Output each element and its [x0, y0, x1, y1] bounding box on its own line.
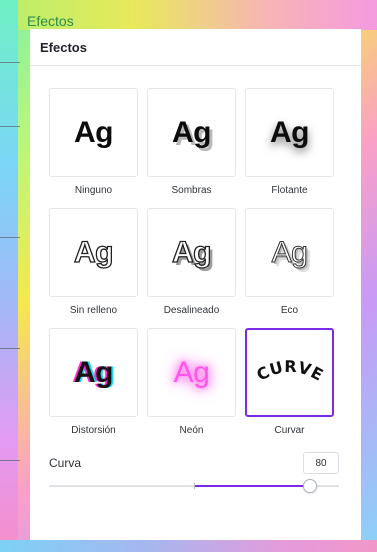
- effect-hollow[interactable]: Ag Sin relleno: [49, 208, 138, 328]
- effect-echo[interactable]: Ag Eco: [245, 208, 334, 328]
- effect-label: Sombras: [171, 185, 212, 196]
- effect-sample-text: Ag: [270, 115, 310, 149]
- effect-label: Sin relleno: [69, 305, 118, 316]
- effect-preview: Ag: [147, 208, 236, 297]
- rainbow-border-bottom: [0, 540, 377, 552]
- effect-curve[interactable]: CURVE Curvar: [245, 328, 334, 448]
- effect-float[interactable]: Ag Flotante: [245, 88, 334, 208]
- effect-distortion[interactable]: Ag Distorsión: [49, 328, 138, 448]
- curved-text-preview: CURVE: [253, 356, 326, 384]
- slider-center-mark: [194, 483, 195, 489]
- effect-sample-text: Ag: [271, 235, 308, 269]
- effect-sample-text: Ag: [171, 235, 212, 269]
- curve-label: Curva: [49, 456, 82, 470]
- effects-panel: Efectos Ag Ninguno Ag Sombras Ag Flotant…: [30, 29, 361, 540]
- effect-sample-text: Ag: [173, 355, 210, 389]
- panel-title: Efectos: [30, 29, 361, 66]
- slider-fill: [194, 485, 310, 487]
- effect-preview: Ag: [245, 88, 334, 177]
- effect-preview: CURVE: [245, 328, 334, 417]
- effect-preview: Ag: [49, 88, 138, 177]
- curve-slider[interactable]: [49, 478, 339, 494]
- effect-none[interactable]: Ag Ninguno: [49, 88, 138, 208]
- effect-preview: Ag: [49, 208, 138, 297]
- effect-preview: Ag: [245, 208, 334, 297]
- effect-label: Flotante: [271, 185, 308, 196]
- effect-sample-text: Ag: [73, 235, 114, 269]
- effect-label: Neón: [179, 425, 204, 436]
- slider-thumb[interactable]: [303, 479, 317, 493]
- effect-label: Ninguno: [74, 185, 113, 196]
- effect-offset[interactable]: Ag Desalineado: [147, 208, 236, 328]
- effect-sample-text: CURVE: [253, 356, 326, 384]
- curve-setting-row: Curva 80: [49, 452, 339, 474]
- effect-label: Desalineado: [163, 305, 220, 316]
- effect-preview: Ag: [147, 328, 236, 417]
- effect-neon[interactable]: Ag Neón: [147, 328, 236, 448]
- svg-text:CURVE: CURVE: [253, 356, 326, 384]
- effect-sample-text: Ag: [172, 115, 212, 149]
- effect-shadow[interactable]: Ag Sombras: [147, 88, 236, 208]
- effect-label: Curvar: [274, 425, 305, 436]
- effect-label: Distorsión: [71, 425, 116, 436]
- effect-preview: Ag: [49, 328, 138, 417]
- effects-grid: Ag Ninguno Ag Sombras Ag Flotante Ag Sin…: [49, 88, 334, 448]
- effect-sample-text: Ag: [74, 355, 114, 389]
- curve-value-input[interactable]: 80: [303, 452, 339, 474]
- effect-preview: Ag: [147, 88, 236, 177]
- background-effects-label: Efectos: [27, 13, 74, 29]
- effect-label: Eco: [280, 305, 299, 316]
- effect-sample-text: Ag: [74, 115, 114, 149]
- background-edge-lines: [0, 0, 20, 552]
